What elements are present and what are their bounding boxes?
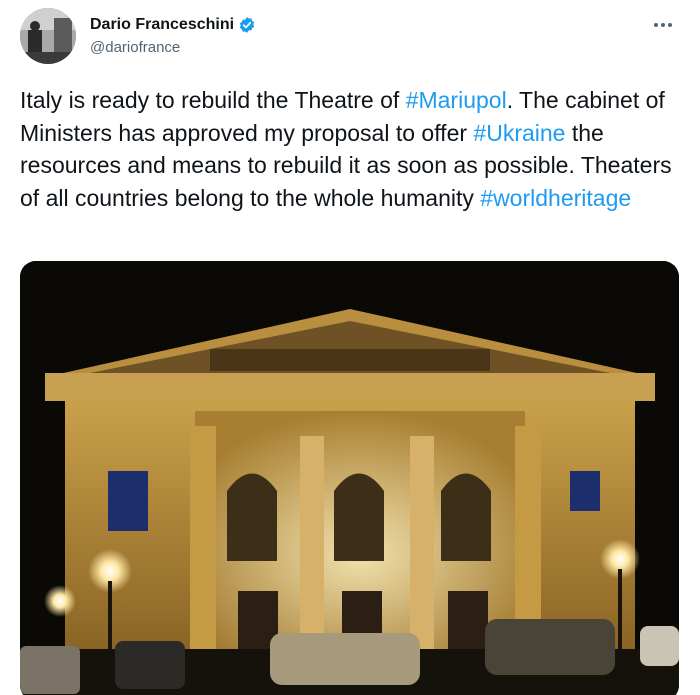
name-row: Dario Franceschini	[90, 14, 256, 36]
handle[interactable]: @dariofrance	[90, 39, 256, 56]
ellipsis-icon	[654, 23, 672, 27]
author-block: Dario Franceschini @dariofrance	[90, 14, 256, 56]
hashtag-worldheritage[interactable]: #worldheritage	[480, 185, 631, 211]
display-name[interactable]: Dario Franceschini	[90, 16, 234, 34]
hashtag-ukraine[interactable]: #Ukraine	[473, 120, 565, 146]
profile-photo-icon	[20, 8, 76, 64]
tweet-header: Dario Franceschini @dariofrance	[20, 8, 680, 68]
theatre-building-night-photo	[20, 261, 679, 695]
tweet-text: Italy is ready to rebuild the Theatre of…	[20, 84, 680, 214]
hashtag-mariupol[interactable]: #Mariupol	[406, 87, 507, 113]
avatar[interactable]	[20, 8, 76, 64]
more-options-button[interactable]	[648, 10, 678, 40]
tweet-photo[interactable]	[20, 261, 679, 695]
tweet-text-segment: Italy is ready to rebuild the Theatre of	[20, 87, 406, 113]
verified-badge-icon	[239, 17, 255, 33]
